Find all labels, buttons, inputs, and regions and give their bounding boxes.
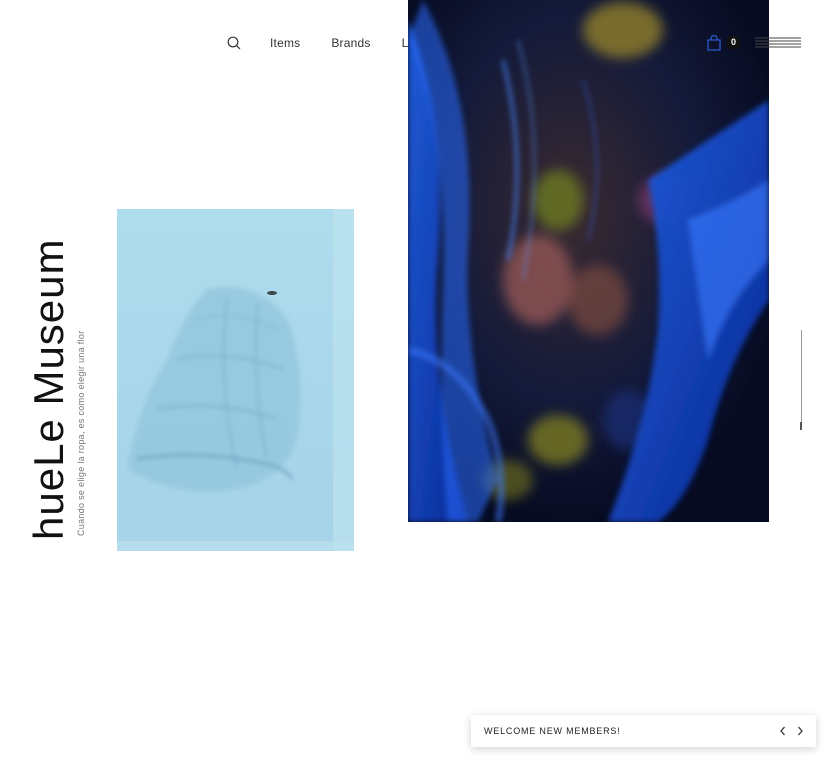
site-title: hueLe Museum (25, 238, 72, 540)
nav-item-items[interactable]: Items (270, 36, 300, 50)
cart-button[interactable]: 0 (705, 33, 741, 53)
announcement-bar: WELCOME NEW MEMBERS! (471, 715, 816, 747)
site-tagline: Cuando se elige la ropa, es como elegir … (76, 330, 86, 536)
cart-count-badge: 0 (726, 35, 741, 50)
hamburger-menu-icon[interactable] (755, 36, 801, 50)
search-icon[interactable] (226, 35, 242, 51)
scroll-indicator-line (801, 330, 802, 430)
hero-image-blue-fabric (408, 0, 769, 522)
chevron-left-icon[interactable] (775, 723, 791, 739)
scroll-indicator-tick (800, 422, 802, 430)
hero-image-light-blue-garment (117, 209, 354, 551)
shopping-bag-icon (707, 34, 721, 51)
chevron-right-icon[interactable] (792, 723, 808, 739)
nav-item-brands[interactable]: Brands (331, 36, 370, 50)
announcement-text: WELCOME NEW MEMBERS! (484, 726, 621, 736)
